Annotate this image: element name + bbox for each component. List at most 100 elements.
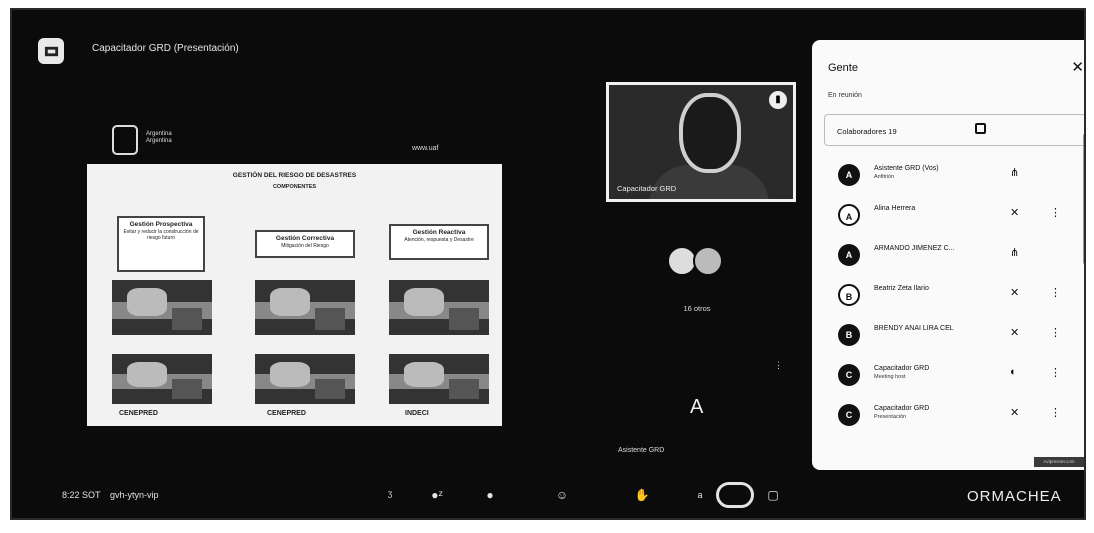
mic-on-icon[interactable]: ◐ [1010, 366, 1017, 378]
participant-name: Beatriz Zeta Ilario [874, 284, 929, 293]
camera-button[interactable]: ● [480, 484, 500, 506]
participant-name: Capacitador GRD Presentación [874, 404, 929, 422]
participant-name-text: BRENDY ANAI LIRA CEL [874, 325, 954, 332]
collaborators-label: Colaboradores 19 [837, 127, 897, 136]
participant-role: Anfitrión [874, 174, 895, 180]
participant-name-text: Capacitador GRD [874, 365, 930, 372]
captions-button[interactable]: ᶾ [384, 484, 396, 506]
box-title: Gestión Reactiva [412, 229, 466, 236]
slide-heading: GESTIÓN DEL RIESGO DE DESASTRES [232, 172, 357, 179]
slide-org-line2: Argentina [146, 138, 172, 144]
participant-name-text: Alina Herrera [874, 205, 916, 212]
gestion-prospectiva-box: Gestión Prospectiva Evitar y reducir la … [117, 216, 205, 272]
avatar [693, 246, 723, 276]
list-item[interactable]: A ARMANDO JIMENEZ C... ⋔ [812, 236, 1074, 276]
participant-video-tile[interactable]: ▮ Capacitador GRD [606, 82, 796, 202]
list-item[interactable]: C Capacitador GRD Presentación ✕ ⋮ [812, 396, 1074, 436]
presentation-slide: GESTIÓN DEL RIESGO DE DESASTRES COMPONEN… [87, 164, 502, 426]
panel-scrollbar[interactable] [1083, 134, 1084, 264]
participant-role: Presentación [874, 414, 907, 420]
collaborators-group[interactable]: Colaboradores 19 [824, 114, 1084, 146]
participant-name-text: ARMANDO JIMENEZ C... [874, 245, 955, 252]
meeting-window: Capacitador GRD (Presentación) Argentina… [10, 8, 1086, 520]
close-icon[interactable]: ✕ [1071, 58, 1084, 76]
participant-name-text: Beatriz Zeta Ilario [874, 285, 929, 292]
mic-off-icon[interactable]: ✕ [1010, 326, 1019, 339]
org-logo-cenepred: CENEPRED [267, 410, 306, 417]
more-options-icon[interactable]: ⋮ [1050, 286, 1061, 299]
participant-name: ARMANDO JIMENEZ C... [874, 244, 955, 253]
brand-watermark: ORMACHEA [967, 488, 1062, 505]
slide-subheading: COMPONENTES [272, 184, 317, 190]
collaborators-toggle-icon[interactable] [975, 123, 986, 134]
avatar: A [838, 164, 860, 186]
present-screen-icon[interactable]: ▢ [764, 484, 782, 506]
raise-hand-icon[interactable]: ✋ [632, 484, 652, 506]
meeting-code[interactable]: gvh-ytyn-vip [110, 490, 159, 500]
participant-name: Alina Herrera [874, 204, 915, 213]
end-call-button[interactable] [716, 482, 754, 508]
present-icon[interactable] [38, 38, 64, 64]
mic-button[interactable]: ●ᶻ [420, 484, 454, 506]
list-item[interactable]: C Capacitador GRD Meeting host ◐ ⋮ [812, 356, 1074, 396]
slide-photo [255, 280, 355, 335]
participant-name: BRENDY ANAI LIRA CEL [874, 324, 954, 333]
box-title: Gestión Correctiva [275, 235, 335, 242]
box-title: Gestión Prospectiva [129, 221, 193, 228]
list-item[interactable]: A Asistente GRD (Vos) Anfitrión ⋔ [812, 156, 1074, 196]
org-logo-cenepred: CENEPRED [119, 410, 158, 417]
more-options-icon[interactable]: ⋮ [1050, 206, 1061, 219]
box-subtitle: Mitigación del Riesgo [281, 243, 329, 249]
mic-off-icon[interactable]: ✕ [1010, 406, 1019, 419]
participant-tile-name: Asistente GRD [618, 447, 665, 454]
mic-off-icon[interactable]: ✕ [1010, 206, 1019, 219]
more-options-icon[interactable]: ⋮ [1050, 366, 1061, 379]
others-count-label: 16 otros [683, 304, 711, 313]
video-person-head [679, 93, 741, 173]
slide-photo [255, 354, 355, 404]
slide-org-line1: Argentina [146, 131, 172, 137]
slide-photo [112, 280, 212, 335]
video-participant-name: Capacitador GRD [617, 184, 677, 193]
gestion-reactiva-box: Gestión Reactiva Atención, respuesta y D… [389, 224, 489, 260]
more-options-icon[interactable]: a [692, 484, 708, 506]
box-subtitle: Atención, respuesta y Desastre [404, 237, 474, 243]
slide-org-name: Argentina Argentina [146, 131, 172, 145]
slide-photo [389, 280, 489, 335]
list-item[interactable]: B BRENDY ANAI LIRA CEL ✕ ⋮ [812, 316, 1074, 356]
box-subtitle: Evitar y reducir la construcción de ries… [123, 229, 199, 241]
slide-photo [112, 354, 212, 404]
org-logo-indeci: INDECI [405, 410, 429, 417]
more-options-icon[interactable]: ⋮ [774, 360, 783, 371]
participant-role: Meeting host [874, 374, 906, 380]
slide-photo [389, 354, 489, 404]
audio-active-icon: ⋔ [1010, 167, 1020, 179]
presentation-title: Capacitador GRD (Presentación) [92, 43, 239, 54]
avatar: C [838, 364, 860, 386]
avatar: B [838, 284, 860, 306]
panel-title: Gente [828, 62, 858, 74]
participant-name: Asistente GRD (Vos) Anfitrión [874, 164, 939, 182]
audio-active-icon: ⋔ [1010, 247, 1020, 259]
corner-tag: Avlpresnet.com [1034, 457, 1084, 467]
list-item[interactable]: B Beatriz Zeta Ilario ✕ ⋮ [812, 276, 1074, 316]
participant-name-text: Capacitador GRD [874, 405, 930, 412]
audio-active-icon: ▮ [769, 91, 787, 109]
avatar: A [838, 244, 860, 266]
avatar: A [838, 204, 860, 226]
list-item[interactable]: A Alina Herrera ✕ ⋮ [812, 196, 1074, 236]
panel-section-label: En reunión [828, 92, 862, 99]
participant-avatar-letter: A [690, 396, 704, 418]
avatar: C [838, 404, 860, 426]
participant-name: Capacitador GRD Meeting host [874, 364, 929, 382]
avatar: B [838, 324, 860, 346]
more-options-icon[interactable]: ⋮ [1050, 406, 1061, 419]
shield-logo [112, 125, 138, 155]
more-options-icon[interactable]: ⋮ [1050, 326, 1061, 339]
slide-website: www.uaf [412, 145, 439, 152]
mic-off-icon[interactable]: ✕ [1010, 286, 1019, 299]
participant-name-text: Asistente GRD (Vos) [874, 165, 939, 172]
people-panel: Gente ✕ En reunión Colaboradores 19 A As… [812, 40, 1084, 470]
others-avatars[interactable] [667, 242, 727, 284]
emoji-icon[interactable]: ☺ [552, 484, 572, 506]
